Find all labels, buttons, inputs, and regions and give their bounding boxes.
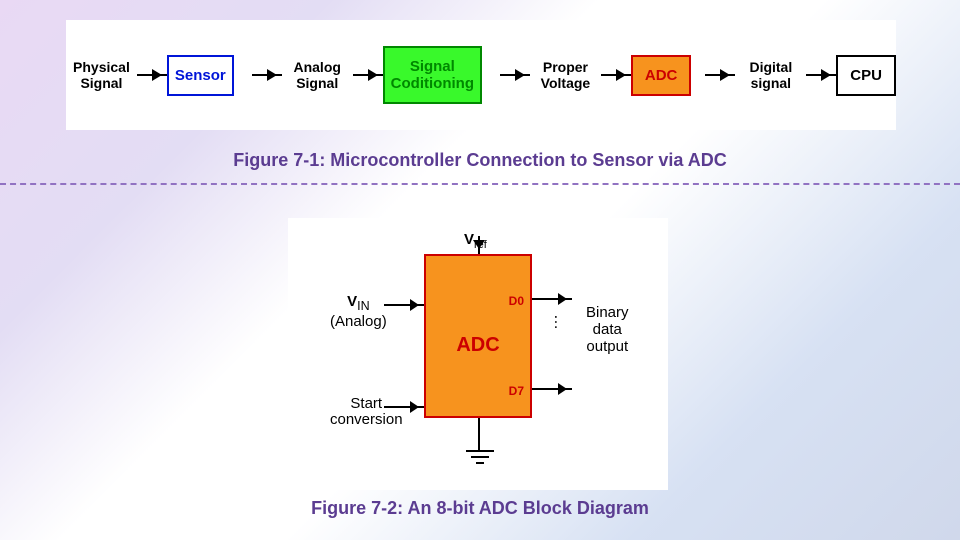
ground-icon (476, 462, 484, 464)
label-analog-signal: AnalogSignal (282, 59, 353, 91)
label-binary-output: Binarydataoutput (586, 304, 629, 355)
block-adc: ADC (631, 55, 692, 96)
ground-stem (478, 418, 480, 452)
block-cpu: CPU (836, 55, 896, 96)
arrow-icon (500, 74, 530, 76)
arrow-icon (601, 74, 631, 76)
label-proper-voltage: ProperVoltage (530, 59, 601, 91)
arrow-right-icon (532, 388, 572, 390)
block-adc-core: ADC D0 D7 (424, 254, 532, 418)
pin-d7: D7 (509, 384, 524, 398)
block-sensor: Sensor (167, 55, 234, 96)
ellipsis-icon: … (550, 314, 568, 330)
label-start-conversion: Startconversion (330, 396, 403, 428)
arrow-right-icon (384, 406, 424, 408)
ground-icon (466, 450, 494, 452)
label-physical-signal: PhysicalSignal (66, 59, 137, 91)
arrow-right-icon (384, 304, 424, 306)
figure-1-caption: Figure 7‑1: Microcontroller Connection t… (0, 150, 960, 171)
arrow-icon (137, 74, 167, 76)
arrow-icon (353, 74, 383, 76)
pin-d0: D0 (509, 294, 524, 308)
adc-core-label: ADC (456, 334, 499, 357)
label-digital-signal: Digitalsignal (735, 59, 806, 91)
arrow-down-icon (478, 236, 480, 254)
figure-2-caption: Figure 7‑2: An 8‑bit ADC Block Diagram (0, 498, 960, 519)
arrow-icon (252, 74, 282, 76)
arrow-icon (705, 74, 735, 76)
section-divider (0, 183, 960, 185)
arrow-right-icon (532, 298, 572, 300)
arrow-icon (806, 74, 836, 76)
adc-block-diagram: Vref VIN(Analog) Startconversion ADC D0 … (288, 218, 668, 490)
ground-icon (471, 456, 489, 458)
signal-chain-diagram: PhysicalSignal Sensor AnalogSignal Signa… (66, 20, 896, 130)
label-vin: VIN(Analog) (330, 294, 387, 330)
block-signal-conditioning: SignalCoditioning (383, 46, 482, 104)
